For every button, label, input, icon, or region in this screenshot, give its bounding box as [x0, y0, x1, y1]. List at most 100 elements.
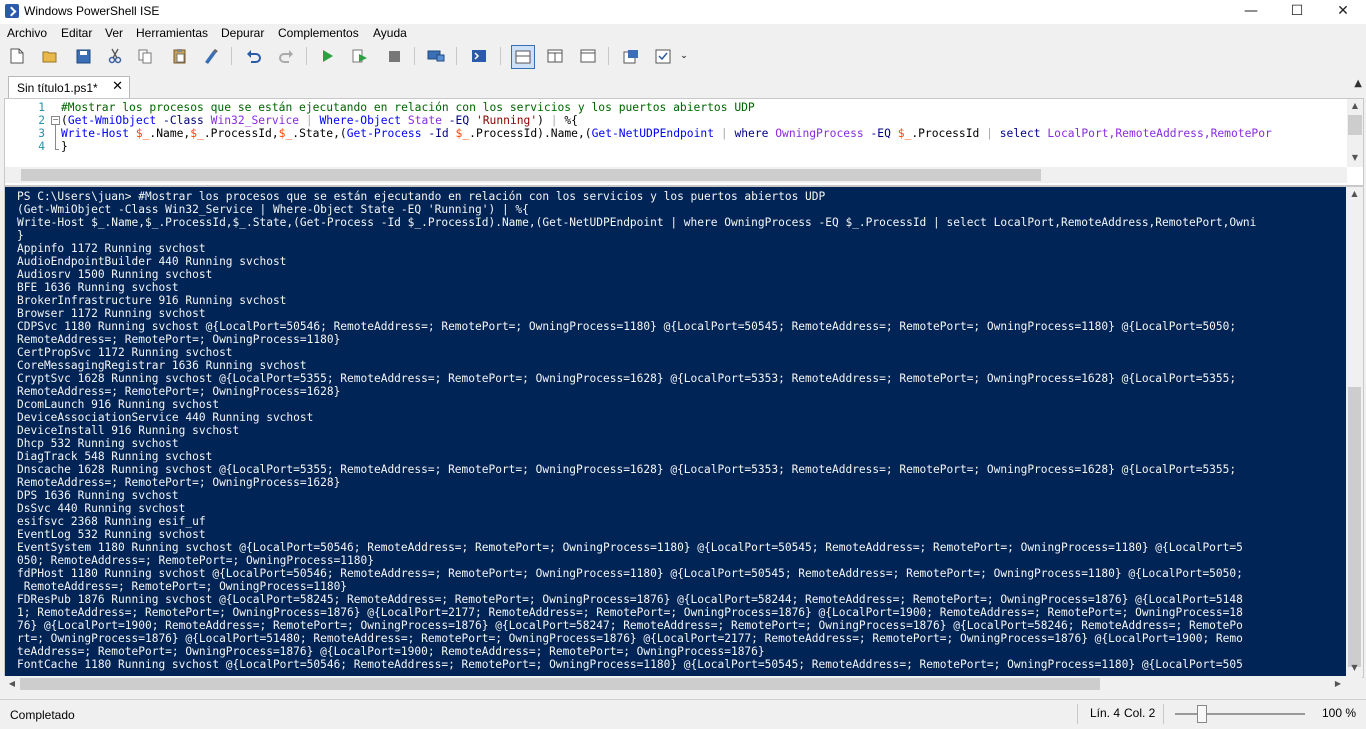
overflow-icon[interactable]: ⌄ — [678, 45, 690, 67]
chevron-up-icon[interactable]: ▲ — [1354, 78, 1362, 89]
powershell-icon[interactable] — [468, 45, 490, 67]
run-selection-icon[interactable] — [349, 45, 371, 67]
scroll-thumb[interactable] — [20, 678, 1100, 690]
minimize-button[interactable]: — — [1228, 0, 1274, 24]
cursor-col: Col. 2 — [1124, 706, 1156, 720]
console-line: DPS 1636 Running svchost — [17, 489, 179, 502]
script-editor[interactable]: 1 2 3 4 − #Mostrar los procesos que se e… — [4, 98, 1364, 186]
console-line: fdPHost 1180 Running svchost @{LocalPort… — [17, 567, 1243, 580]
console-line: teAddress=; RemotePort=; OwningProcess=1… — [17, 645, 765, 658]
console-line: rt=; OwningProcess=1876} @{LocalPort=514… — [17, 632, 1243, 645]
console-line: PS C:\Users\juan> #Mostrar los procesos … — [17, 190, 826, 203]
line-number: 2 — [38, 114, 45, 127]
layout-top-icon[interactable] — [511, 45, 535, 69]
stop-icon[interactable] — [383, 45, 405, 67]
fold-toggle[interactable]: − — [51, 116, 60, 125]
console-line: BFE 1636 Running svchost — [17, 281, 179, 294]
open-icon[interactable] — [39, 45, 61, 67]
code-line-3: Write-Host $_.Name,$_.ProcessId,$_.State… — [61, 127, 1272, 140]
scroll-up-icon[interactable]: ▲ — [1347, 101, 1363, 110]
menu-ayuda[interactable]: Ayuda — [373, 26, 407, 40]
console-line: 1; RemoteAddress=; RemotePort=; OwningPr… — [17, 606, 1243, 619]
menu-depurar[interactable]: Depurar — [221, 26, 264, 40]
undo-icon[interactable] — [243, 45, 265, 67]
snippet-icon[interactable] — [620, 45, 642, 67]
status-text: Completado — [10, 708, 75, 722]
window-title: Windows PowerShell ISE — [24, 4, 160, 18]
code-line-4: } — [61, 140, 68, 153]
zoom-slider-thumb[interactable] — [1197, 705, 1207, 723]
addon-icon[interactable] — [652, 45, 674, 67]
console-line: DcomLaunch 916 Running svchost — [17, 398, 220, 411]
new-icon[interactable] — [6, 45, 28, 67]
line-number: 1 — [38, 101, 45, 114]
paste-icon[interactable] — [168, 45, 190, 67]
save-icon[interactable] — [72, 45, 94, 67]
tab-label: Sin título1.ps1* — [17, 81, 98, 95]
cut-icon[interactable] — [104, 45, 126, 67]
code-line-1: #Mostrar los procesos que se están ejecu… — [61, 101, 755, 114]
menu-complementos[interactable]: Complementos — [278, 26, 359, 40]
console-line: RemoteAddress=; RemotePort=; OwningProce… — [17, 385, 341, 398]
console-output: PS C:\Users\juan> #Mostrar los procesos … — [17, 190, 1333, 671]
console-line: 76} @{LocalPort=1900; RemoteAddress=; Re… — [17, 619, 1243, 632]
scroll-thumb[interactable] — [1348, 115, 1362, 135]
console-line: } — [17, 229, 24, 242]
editor-vertical-scrollbar[interactable]: ▲ ▼ — [1347, 99, 1363, 167]
line-number-gutter: 1 2 3 4 — [5, 99, 51, 167]
layout-right-icon[interactable] — [544, 45, 566, 67]
console-line: CertPropSvc 1172 Running svchost — [17, 346, 233, 359]
menu-bar: Archivo Editar Ver Herramientas Depurar … — [0, 24, 1366, 42]
console-vertical-scrollbar[interactable]: ▲ ▼ — [1346, 187, 1363, 677]
title-bar: Windows PowerShell ISE — ☐ ✕ — [0, 0, 1366, 24]
menu-herramientas[interactable]: Herramientas — [136, 26, 208, 40]
tab-sin-titulo1[interactable]: Sin título1.ps1* ✕ — [8, 76, 130, 99]
cursor-line: Lín. 4 — [1090, 706, 1121, 720]
menu-ver[interactable]: Ver — [105, 26, 123, 40]
console-line: RemoteAddress=; RemotePort=; OwningProce… — [17, 333, 341, 346]
console-line: esifsvc 2368 Running esif_uf — [17, 515, 206, 528]
layout-max-icon[interactable] — [577, 45, 599, 67]
console-line: Audiosrv 1500 Running svchost — [17, 268, 213, 281]
console-line: DiagTrack 548 Running svchost — [17, 450, 213, 463]
console-line: DeviceAssociationService 440 Running svc… — [17, 411, 314, 424]
code-line-2: (Get-WmiObject -Class Win32_Service | Wh… — [61, 114, 578, 127]
console-line: RemoteAddress=; RemotePort=; OwningProce… — [17, 476, 341, 489]
console-line: Browser 1172 Running svchost — [17, 307, 206, 320]
console-line: Appinfo 1172 Running svchost — [17, 242, 206, 255]
run-icon[interactable] — [317, 45, 339, 67]
scroll-thumb[interactable] — [1348, 387, 1361, 667]
powershell-ise-icon — [5, 4, 19, 18]
console-line: (Get-WmiObject -Class Win32_Service | Wh… — [17, 203, 529, 216]
clear-icon[interactable] — [200, 45, 222, 67]
tab-strip: Sin título1.ps1* ✕ ▲ — [0, 70, 1366, 99]
editor-horizontal-scrollbar[interactable] — [5, 167, 1347, 183]
tab-close-icon[interactable]: ✕ — [112, 79, 123, 94]
scroll-down-icon[interactable]: ▼ — [1347, 153, 1363, 162]
maximize-button[interactable]: ☐ — [1274, 0, 1320, 24]
console-line: RemoteAddress=; RemotePort=; OwningProce… — [17, 580, 348, 593]
line-number: 3 — [38, 127, 45, 140]
menu-editar[interactable]: Editar — [61, 26, 92, 40]
console-line: CoreMessagingRegistrar 1636 Running svch… — [17, 359, 307, 372]
console-line: DeviceInstall 916 Running svchost — [17, 424, 240, 437]
copy-icon[interactable] — [134, 45, 156, 67]
console-line: Dhcp 532 Running svchost — [17, 437, 179, 450]
scroll-right-icon[interactable]: ▶ — [1330, 679, 1346, 688]
remote-icon[interactable] — [425, 45, 447, 67]
scroll-down-icon[interactable]: ▼ — [1346, 663, 1363, 672]
scroll-up-icon[interactable]: ▲ — [1346, 189, 1363, 198]
console-line: CDPSvc 1180 Running svchost @{LocalPort=… — [17, 320, 1237, 333]
console-line: EventLog 532 Running svchost — [17, 528, 206, 541]
scroll-left-icon[interactable]: ◀ — [4, 679, 20, 688]
toolbar: ⌄ — [0, 42, 1366, 70]
menu-archivo[interactable]: Archivo — [7, 26, 47, 40]
redo-icon[interactable] — [275, 45, 297, 67]
console-line: Write-Host $_.Name,$_.ProcessId,$_.State… — [17, 216, 1257, 229]
console-pane[interactable]: PS C:\Users\juan> #Mostrar los procesos … — [4, 186, 1364, 678]
console-horizontal-scrollbar[interactable]: ◀ ▶ — [4, 676, 1362, 692]
close-button[interactable]: ✕ — [1320, 0, 1366, 24]
zoom-slider-track[interactable] — [1175, 713, 1305, 715]
console-line: AudioEndpointBuilder 440 Running svchost — [17, 255, 287, 268]
scroll-thumb[interactable] — [21, 169, 1041, 181]
